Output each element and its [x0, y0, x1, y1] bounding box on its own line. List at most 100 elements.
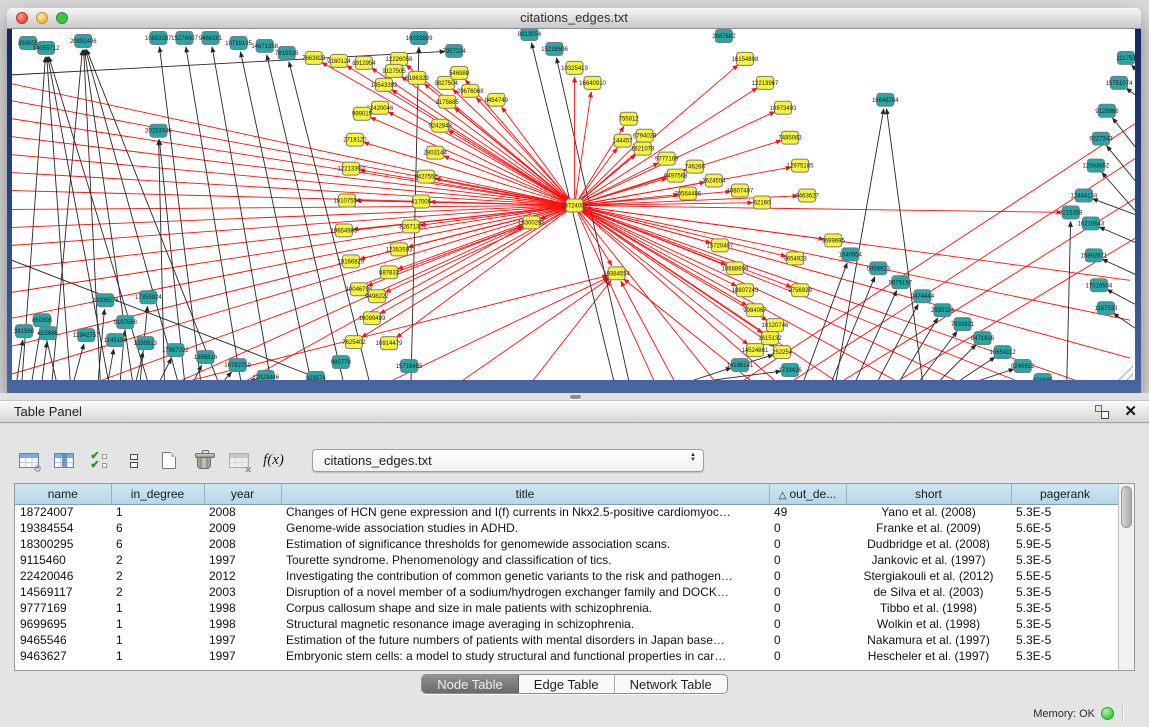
table-row[interactable]: 946554611997Estimation of the future num…: [15, 632, 1119, 648]
graph-edge[interactable]: [12, 137, 575, 206]
graph-node[interactable]: 985779: [331, 356, 352, 369]
table-cell[interactable]: 1997: [204, 632, 281, 648]
graph-node[interactable]: 15751074: [1106, 76, 1133, 89]
table-cell[interactable]: 1: [111, 504, 204, 520]
graph-edge[interactable]: [108, 349, 113, 380]
close-panel-icon[interactable]: ✕: [1124, 405, 1137, 419]
table-scrollbar[interactable]: [1118, 484, 1134, 670]
graph-node[interactable]: 1167533: [1094, 302, 1118, 315]
table-cell[interactable]: 2: [111, 552, 204, 568]
graph-edge[interactable]: [385, 205, 574, 292]
graph-node[interactable]: 546988: [449, 66, 470, 79]
table-cell[interactable]: 5.3E-5: [1011, 584, 1119, 600]
tab-node-table[interactable]: Node Table: [422, 675, 519, 693]
network-canvas[interactable]: 1872400718300295193845547663822916012489…: [12, 29, 1135, 380]
table-cell[interactable]: 6: [111, 536, 204, 552]
graph-node[interactable]: 1615132: [758, 332, 782, 345]
table-cell[interactable]: 1: [111, 616, 204, 632]
graph-node[interactable]: 8186328: [405, 71, 429, 84]
row-height-button[interactable]: [121, 448, 146, 473]
table-cell[interactable]: 19384554: [15, 520, 111, 536]
graph-node[interactable]: 9245652: [1011, 360, 1035, 373]
table-cell[interactable]: 1998: [204, 616, 281, 632]
table-cell[interactable]: 9777169: [15, 600, 111, 616]
graph-node[interactable]: 9463627: [795, 189, 819, 202]
graph-node[interactable]: 17957222: [162, 344, 189, 357]
table-cell[interactable]: 1998: [204, 600, 281, 616]
graph-edge[interactable]: [1127, 374, 1133, 380]
graph-edge[interactable]: [1132, 65, 1135, 69]
graph-edge[interactable]: [1099, 227, 1135, 242]
table-cell[interactable]: Changes of HCN gene expression and I(f) …: [281, 504, 769, 520]
table-cell[interactable]: 5.9E-5: [1011, 536, 1119, 552]
graph-node[interactable]: 8454749: [485, 93, 509, 106]
graph-node[interactable]: 8912954: [352, 56, 376, 69]
table-cell[interactable]: Hescheler et al. (1997): [846, 648, 1011, 664]
graph-node[interactable]: 928574: [306, 372, 327, 380]
graph-edge[interactable]: [17, 340, 23, 380]
graph-node[interactable]: 12213392: [338, 162, 365, 175]
graph-node[interactable]: 7632621: [951, 318, 975, 331]
graph-node[interactable]: 16648784: [872, 93, 899, 106]
graph-node[interactable]: 2935114: [931, 304, 955, 317]
graph-node[interactable]: 999015: [352, 107, 373, 120]
graph-node[interactable]: 17016504: [1086, 279, 1113, 292]
table-cell[interactable]: 14569117: [15, 584, 111, 600]
graph-node[interactable]: 9197588: [114, 316, 138, 329]
graph-edge[interactable]: [86, 49, 217, 380]
function-builder-button[interactable]: f(x): [261, 448, 286, 473]
table-cell[interactable]: Genome-wide association studies in ADHD.: [281, 520, 769, 536]
graph-node[interactable]: 9654923: [783, 252, 807, 265]
graph-edge[interactable]: [12, 205, 575, 292]
graph-node[interactable]: 12093852: [1083, 159, 1110, 172]
graph-node[interactable]: 9699695: [822, 234, 846, 247]
graph-node[interactable]: 15218506: [541, 42, 568, 55]
table-cell[interactable]: 0: [769, 568, 846, 584]
table-cell[interactable]: 2008: [204, 504, 281, 520]
graph-node[interactable]: 9474444: [911, 290, 935, 303]
table-cell[interactable]: Investigating the contribution of common…: [281, 568, 769, 584]
table-cell[interactable]: 0: [769, 632, 846, 648]
graph-node[interactable]: 9129966: [1095, 104, 1119, 117]
graph-node[interactable]: 3175685: [435, 95, 459, 108]
graph-node[interactable]: 252254: [772, 346, 793, 359]
table-cell[interactable]: 2009: [204, 520, 281, 536]
table-cell[interactable]: 18300295: [15, 536, 111, 552]
graph-node[interactable]: 12444134: [1071, 189, 1098, 202]
graph-node[interactable]: 8267130: [399, 220, 423, 233]
table-cell[interactable]: de Silva et al. (2003): [846, 584, 1011, 600]
graph-node[interactable]: 924565: [1033, 374, 1054, 380]
table-row[interactable]: 946362711997Embryonic stem cells: a mode…: [15, 648, 1119, 664]
table-row[interactable]: 1830029562008Estimation of significance …: [15, 536, 1119, 552]
graph-node[interactable]: 1733426: [778, 364, 802, 377]
graph-node[interactable]: 9777169: [655, 152, 679, 165]
graph-edge[interactable]: [878, 304, 918, 380]
table-cell[interactable]: 1997: [204, 648, 281, 664]
column-header-short[interactable]: short: [846, 484, 1011, 504]
graph-edge[interactable]: [575, 148, 618, 206]
table-cell[interactable]: 0: [769, 648, 846, 664]
graph-node[interactable]: 887833: [379, 266, 400, 279]
table-row[interactable]: 977716911998Corpus callosum shape and si…: [15, 600, 1119, 616]
graph-node[interactable]: 8215358: [1059, 206, 1083, 219]
table-row[interactable]: 969969511998Structural magnetic resonanc…: [15, 616, 1119, 632]
graph-node[interactable]: 9466161: [199, 31, 223, 44]
graph-node[interactable]: 2718120: [343, 133, 367, 146]
graph-node[interactable]: 8813054: [518, 29, 542, 40]
table-cell[interactable]: Wolkin et al. (1998): [846, 616, 1011, 632]
table-cell[interactable]: 5.3E-5: [1011, 552, 1119, 568]
graph-edge[interactable]: [575, 205, 1062, 212]
table-cell[interactable]: Yano et al. (2008): [846, 504, 1011, 520]
table-cell[interactable]: Franke et al. (2009): [846, 520, 1011, 536]
table-cell[interactable]: 22420046: [15, 568, 111, 584]
table-cell[interactable]: 9465546: [15, 632, 111, 648]
table-cell[interactable]: 5.3E-5: [1011, 504, 1119, 520]
table-cell[interactable]: 2012: [204, 568, 281, 584]
graph-node[interactable]: 18107554: [334, 194, 361, 207]
graph-node[interactable]: 115686: [38, 327, 58, 340]
table-cell[interactable]: 0: [769, 536, 846, 552]
minimize-window-button[interactable]: [36, 12, 48, 24]
graph-edge[interactable]: [1107, 146, 1135, 181]
network-window-titlebar[interactable]: citations_edges.txt: [7, 8, 1141, 29]
table-cell[interactable]: Embryonic stem cells: a model to study s…: [281, 648, 769, 664]
